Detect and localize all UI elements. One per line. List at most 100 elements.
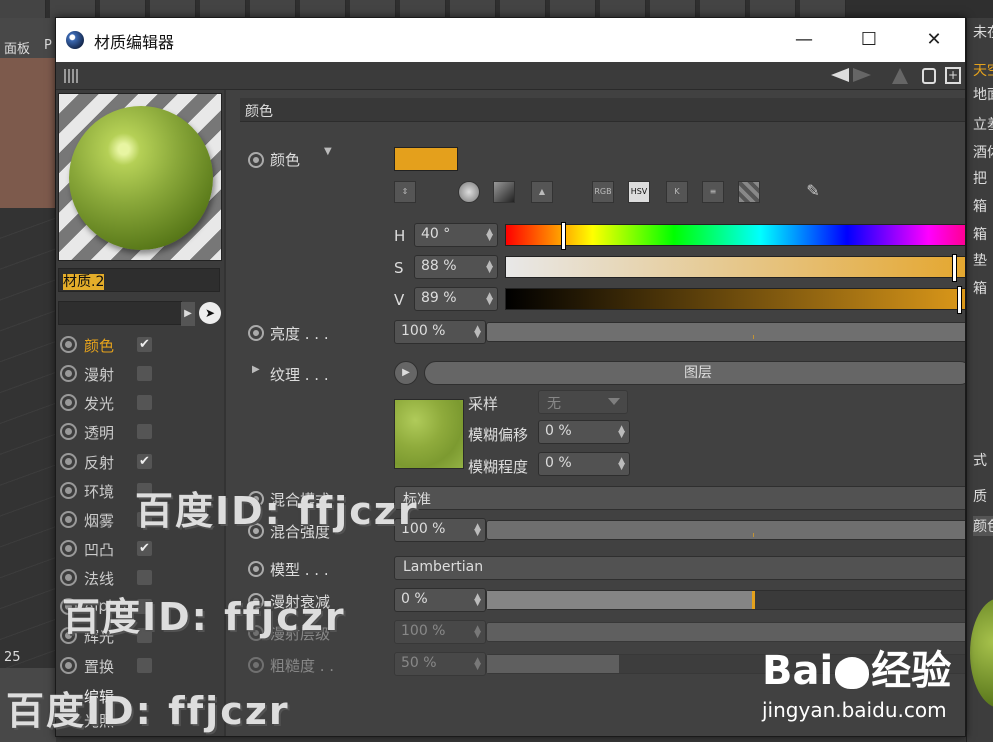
lock-icon[interactable] [922,68,936,84]
diffuse-level-field[interactable]: 100 % ▲ ▼ [394,620,486,644]
channel-checkbox[interactable] [137,395,152,410]
material-preview[interactable] [58,93,222,261]
saturation-handle[interactable] [952,254,957,282]
stepper-icon[interactable]: ▲ ▼ [618,457,625,472]
radio-icon [60,482,77,499]
hue-handle[interactable] [561,222,566,250]
channel-bump[interactable]: 凹凸 ✔ [60,535,220,564]
stepper-icon[interactable]: ▲ ▼ [474,657,481,672]
minimize-button[interactable]: — [781,18,827,62]
new-panel-icon[interactable]: + [945,67,961,84]
color-wheel-icon[interactable] [458,181,480,203]
stepper-icon[interactable]: ▲ ▼ [486,228,493,243]
material-name-text: 材质.2 [63,274,105,290]
bg-object-item: 箱 [973,199,987,215]
stepper-icon[interactable]: ▲ ▼ [486,292,493,307]
sample-dropdown[interactable]: 无 [538,390,628,414]
brightness-slider[interactable] [486,322,965,342]
back-arrow-icon[interactable] [831,68,849,82]
watermark: 百度ID: ffjczr [62,595,346,639]
mixer-icon[interactable]: ≡ [702,181,724,203]
watermark: 百度ID: ffjczr [6,689,290,733]
material-name-field[interactable]: 材质.2 [58,268,220,292]
texture-layer-button[interactable]: 图层 [424,361,965,385]
color-label: 颜色 [270,151,301,169]
bg-object-item: 天空 [973,63,993,79]
channel-label: 透明 [84,424,115,442]
roughness-label: 粗糙度 . . [270,657,335,675]
grip-icon[interactable] [64,69,80,83]
color-swatch[interactable] [394,147,458,171]
radio-icon [60,423,77,440]
model-radio-icon[interactable] [248,561,264,577]
forward-arrow-icon[interactable] [853,68,871,82]
channel-reflectance[interactable]: 反射 ✔ [60,448,220,477]
value-slider[interactable] [505,286,965,314]
diffuse-falloff-value: 0 % [401,591,428,607]
saturation-slider[interactable] [505,254,965,282]
channel-checkbox[interactable]: ✔ [137,337,152,352]
roughness-radio-icon[interactable] [248,657,264,673]
eyedropper-icon[interactable]: ✎ [802,181,824,203]
blend-mode-dropdown[interactable]: 标准 [394,486,965,510]
blur-scale-field[interactable]: 0 % ▲ ▼ [538,452,630,476]
channel-checkbox[interactable] [137,570,152,585]
stepper-icon[interactable]: ▲ ▼ [474,593,481,608]
texture-thumbnail[interactable] [394,399,464,469]
channel-luminance[interactable]: 发光 [60,389,220,418]
channel-checkbox[interactable] [137,658,152,673]
brightness-field[interactable]: 100 % ▲ ▼ [394,320,486,344]
bg-object-item: 式 [973,453,987,469]
h-value-field[interactable]: 40 ° ▲ ▼ [414,223,498,247]
value-handle[interactable] [957,286,962,314]
radio-icon [60,657,77,674]
texture-menu-button[interactable]: ▶ [394,361,418,385]
screen: 面板 P 25 未在 天空 地面 立羞 酒体 把 箱 箱 垫 箱 式 质 颜色 … [0,0,993,742]
spectrum-icon[interactable] [493,181,515,203]
diffuse-falloff-slider[interactable] [486,590,965,610]
channel-checkbox[interactable]: ✔ [137,454,152,469]
bg-material-sphere [970,598,993,708]
channel-color[interactable]: 颜色 ✔ [60,331,220,360]
hue-slider[interactable] [505,222,965,250]
channel-displacement[interactable]: 置换 [60,652,220,681]
swatches-icon[interactable] [738,181,760,203]
stepper-icon[interactable]: ▲ ▼ [486,260,493,275]
bg-object-item: 箱 [973,281,987,297]
texture-expand-icon[interactable]: ▶ [252,364,260,375]
color-radio-icon[interactable] [248,152,264,168]
color-picker-icon[interactable]: ⇕ [394,181,416,203]
color-expand-icon[interactable]: ▼ [324,146,332,157]
pointer-icon[interactable]: ➤ [199,302,221,324]
channel-diffusion[interactable]: 漫射 [60,360,220,389]
stepper-icon[interactable]: ▲ ▼ [618,425,625,440]
maximize-button[interactable]: ☐ [846,18,892,62]
close-button[interactable]: ✕ [911,18,957,62]
blur-offset-field[interactable]: 0 % ▲ ▼ [538,420,630,444]
bg-frame-number: 25 [4,650,21,665]
v-value-field[interactable]: 89 % ▲ ▼ [414,287,498,311]
channel-checkbox[interactable] [137,424,152,439]
preview-mode-dropdown[interactable]: ▶ [58,301,195,326]
rgb-mode-button[interactable]: RGB [592,181,614,203]
diffuse-falloff-field[interactable]: 0 % ▲ ▼ [394,588,486,612]
s-value-field[interactable]: 88 % ▲ ▼ [414,255,498,279]
brightness-value: 100 % [401,323,446,339]
channel-checkbox[interactable]: ✔ [137,541,152,556]
kelvin-mode-button[interactable]: K [666,181,688,203]
model-dropdown[interactable]: Lambertian [394,556,965,580]
channel-label: 反射 [84,454,115,472]
blur-offset-value: 0 % [545,423,572,439]
roughness-field[interactable]: 50 % ▲ ▼ [394,652,486,676]
channel-transparency[interactable]: 透明 [60,418,220,447]
up-arrow-icon[interactable] [892,68,908,84]
diffuse-level-value: 100 % [401,623,446,639]
image-picker-icon[interactable]: ▲ [531,181,553,203]
stepper-icon[interactable]: ▲ ▼ [474,625,481,640]
stepper-icon[interactable]: ▲ ▼ [474,325,481,340]
stepper-icon[interactable]: ▲ ▼ [474,523,481,538]
blend-strength-slider[interactable] [486,520,965,540]
channel-checkbox[interactable] [137,366,152,381]
brightness-radio-icon[interactable] [248,325,264,341]
hsv-mode-button[interactable]: HSV [628,181,650,203]
